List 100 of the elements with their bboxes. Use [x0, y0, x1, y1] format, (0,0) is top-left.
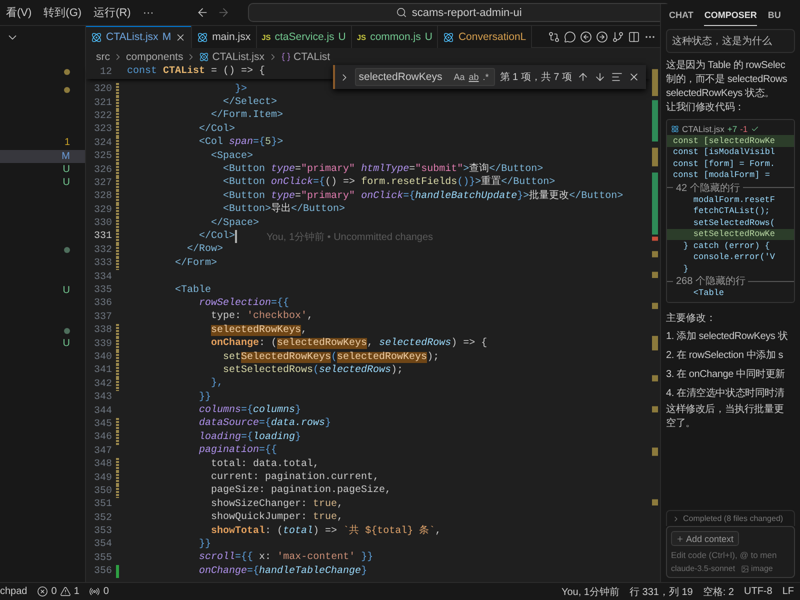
- code-line: setSelectedRowKeys(selectedRowKeys);: [223, 352, 440, 364]
- line-number: 348: [92, 459, 112, 470]
- warning-icon: [60, 586, 71, 597]
- line-number: 343: [92, 392, 112, 404]
- panel-tab[interactable]: BU: [768, 4, 781, 26]
- code-line: setSelectedRows(selectedRows);: [223, 364, 404, 377]
- panel-tab[interactable]: CHAT: [669, 4, 694, 26]
- ports-button[interactable]: 0: [89, 586, 109, 597]
- code-line: modalForm.resetF: [693, 194, 776, 205]
- code-line: fetchCTAList();: [693, 206, 770, 216]
- add-context-button[interactable]: Add context: [671, 531, 739, 546]
- forward-arrow-icon[interactable]: [216, 6, 230, 19]
- code-line: rowSelection={{: [199, 298, 290, 310]
- line-number: 324: [92, 138, 112, 149]
- circle-arrow-right-icon[interactable]: [596, 30, 608, 42]
- lines-icon[interactable]: [611, 71, 623, 83]
- find-option-toggle[interactable]: .*: [480, 72, 491, 82]
- code-line: </Row>: [187, 244, 224, 256]
- find-input[interactable]: selectedRowKeys Aa ab .*: [354, 68, 495, 86]
- breadcrumb-item[interactable]: CTAList: [294, 50, 330, 62]
- code-line: setSelectedRowKe: [693, 229, 776, 240]
- code-line: </Space>: [211, 218, 260, 230]
- code-line: setSelectedRows(: [693, 218, 776, 228]
- arrow-down-icon[interactable]: [594, 71, 606, 83]
- composer-input[interactable]: Edit code (Ctrl+I), @ to men: [671, 550, 790, 560]
- code-line: <Col span={5}>: [199, 137, 284, 150]
- editor-tab[interactable]: main.jsx: [192, 26, 257, 48]
- menu-item[interactable]: 转到(G): [38, 5, 88, 20]
- line-number: 333: [92, 258, 112, 270]
- code-line: </Form.Item>: [211, 110, 284, 122]
- line-number: 341: [92, 365, 112, 376]
- code-line: }>: [235, 84, 248, 96]
- line-number: 327: [92, 178, 112, 189]
- code-line: <Table: [693, 288, 724, 298]
- panel-tab[interactable]: COMPOSER: [704, 4, 757, 26]
- code-line: type: 'checkbox',: [211, 311, 314, 324]
- line-number: 329: [92, 204, 112, 216]
- line-number: 342: [92, 378, 112, 390]
- line-number: 340: [92, 352, 112, 363]
- atom-icon: [91, 32, 102, 42]
- user-message: 这种状态，这是为什么: [666, 29, 795, 53]
- git-status-letter: 1: [64, 137, 70, 150]
- code-line: },: [211, 378, 224, 390]
- code-line: showTotal: (total) => `共 ${total} 条`,: [211, 526, 442, 538]
- code-line: total: data.total,: [211, 458, 320, 471]
- code-line: </Col>: [199, 230, 236, 243]
- code-line: }}: [199, 538, 212, 551]
- close-icon[interactable]: [628, 71, 640, 83]
- problems-button[interactable]: 0 1: [37, 586, 80, 597]
- status-item[interactable]: 空格: 2: [702, 584, 734, 598]
- code-line: </Form>: [175, 258, 218, 270]
- atom-icon: [199, 52, 210, 62]
- line-number: 320: [92, 84, 112, 96]
- split-editor-icon[interactable]: [628, 30, 640, 42]
- line-number: 335: [92, 285, 112, 296]
- status-item[interactable]: chpad: [0, 586, 28, 597]
- menu-item[interactable]: 看(V): [0, 5, 38, 20]
- code-line: <Button type="primary" htmlType="submit">查询</Button>: [223, 164, 544, 176]
- answer-text: 让我们修改代码：: [665, 101, 746, 115]
- find-option-toggle[interactable]: ab: [466, 72, 481, 82]
- chat-bubble-icon[interactable]: [564, 30, 576, 42]
- code-line: <Table: [175, 284, 212, 297]
- hidden-lines-label[interactable]: 268 个隐藏的行: [676, 274, 746, 288]
- code-line: showSizeChanger: true,: [211, 498, 344, 511]
- compare-icon[interactable]: [548, 30, 560, 42]
- code-line: } catch (error) {: [683, 240, 770, 251]
- line-number: 346: [92, 432, 112, 444]
- line-number: 331: [92, 231, 112, 242]
- breadcrumb-item[interactable]: src: [96, 50, 110, 62]
- line-number: 344: [92, 406, 112, 417]
- chevron-right-icon: [672, 514, 680, 522]
- find-option-toggle[interactable]: Aa: [452, 72, 467, 82]
- answer-text: 这是因为 Table 的 rowSelec: [665, 59, 786, 73]
- line-number: 351: [92, 499, 112, 510]
- code-line: </Col>: [199, 124, 236, 136]
- image-icon: [741, 564, 750, 572]
- editor-tab[interactable]: CTAList.jsx M: [86, 26, 192, 48]
- status-item[interactable]: LF: [782, 586, 794, 597]
- menu-item[interactable]: ···: [136, 6, 160, 18]
- menu-item[interactable]: 运行(R): [88, 5, 137, 20]
- breadcrumb-item[interactable]: CTAList.jsx: [212, 50, 265, 62]
- git-status-letter: U: [62, 284, 70, 297]
- line-number: 325: [92, 151, 112, 162]
- back-arrow-icon[interactable]: [196, 6, 209, 19]
- answer-text: 这样修改后，当执行批量更: [665, 403, 785, 417]
- code-line: selectedRowKeys,: [211, 324, 308, 337]
- branch-icon[interactable]: [612, 30, 624, 42]
- circle-arrow-left-icon[interactable]: [580, 30, 592, 42]
- status-item[interactable]: 行 331，列 19: [629, 584, 693, 598]
- status-item[interactable]: UTF-8: [744, 586, 772, 597]
- answer-text: 空了。: [665, 417, 696, 431]
- breadcrumb-item[interactable]: components: [126, 50, 184, 62]
- arrow-up-icon[interactable]: [577, 71, 589, 83]
- close-icon[interactable]: [175, 32, 186, 42]
- command-center[interactable]: scams-report-admin-ui: [248, 3, 670, 22]
- hidden-lines-label[interactable]: 42 个隐藏的行: [676, 180, 740, 194]
- line-number: 328: [92, 191, 112, 202]
- editor-tab[interactable]: ConversationL: [438, 26, 532, 48]
- code-line: }}: [199, 392, 212, 404]
- status-item[interactable]: You, 1分钟前: [561, 584, 620, 598]
